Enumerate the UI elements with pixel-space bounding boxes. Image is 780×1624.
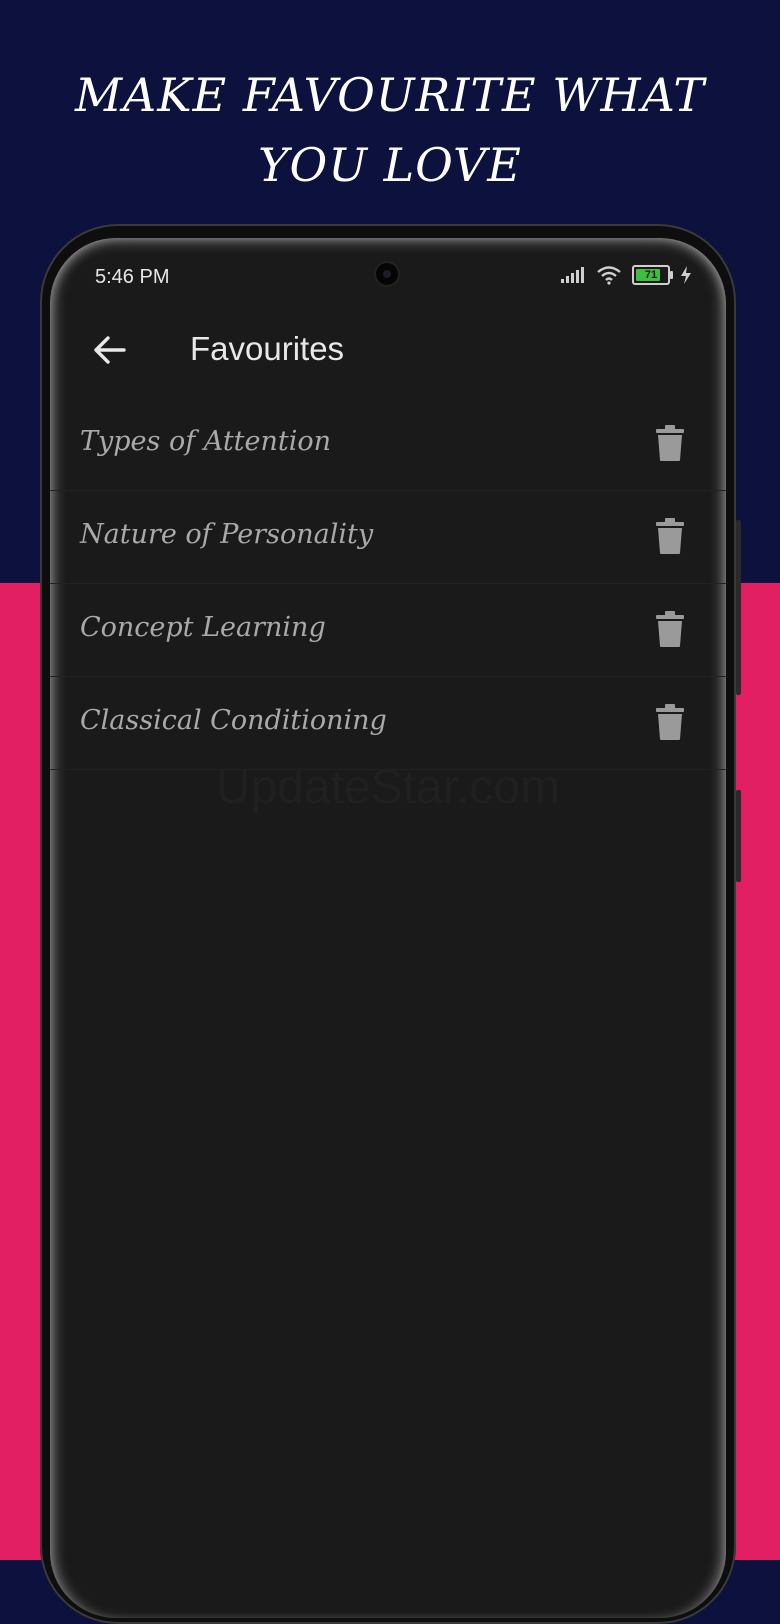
trash-icon[interactable] — [654, 517, 686, 555]
phone-power-button — [736, 790, 741, 882]
battery-level: 71 — [644, 269, 658, 281]
favourites-list: Types of Attention Nature of Personality… — [50, 398, 726, 770]
charging-icon — [681, 266, 691, 284]
wifi-icon — [597, 266, 621, 285]
battery-tip — [670, 271, 673, 279]
back-arrow-icon[interactable] — [90, 330, 130, 370]
favourite-item-label: Classical Conditioning — [80, 705, 387, 736]
trash-icon[interactable] — [654, 703, 686, 741]
watermark: UpdateStar.com — [215, 761, 561, 814]
battery-icon: 71 — [632, 265, 673, 285]
front-camera — [376, 263, 398, 285]
status-icons: 71 — [560, 265, 692, 285]
promo-headline: MAKE FAVOURITE WHAT YOU LOVE — [0, 60, 780, 200]
favourite-item[interactable]: Classical Conditioning — [50, 677, 726, 770]
promo-headline-line1: MAKE FAVOURITE WHAT — [74, 68, 706, 122]
trash-icon[interactable] — [654, 610, 686, 648]
favourite-item-label: Concept Learning — [80, 612, 326, 643]
favourite-item-label: Nature of Personality — [80, 519, 374, 550]
favourite-item[interactable]: Types of Attention — [50, 398, 726, 491]
phone-volume-button — [736, 520, 741, 695]
phone-screen: 5:46 PM 71 Favourites Types of Attention… — [50, 238, 726, 1618]
favourite-item[interactable]: Concept Learning — [50, 584, 726, 677]
page-title: Favourites — [190, 330, 345, 367]
trash-icon[interactable] — [654, 424, 686, 462]
favourite-item[interactable]: Nature of Personality — [50, 491, 726, 584]
promo-headline-line2: YOU LOVE — [258, 138, 522, 192]
status-time: 5:46 PM — [95, 266, 170, 288]
favourite-item-label: Types of Attention — [80, 426, 332, 457]
signal-icon — [561, 267, 584, 283]
